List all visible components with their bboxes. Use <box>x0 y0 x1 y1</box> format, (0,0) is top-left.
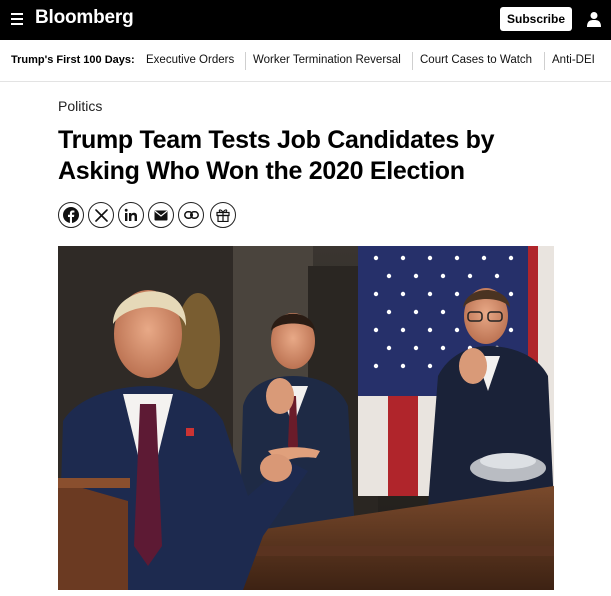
headline-line-1: Trump Team Tests Job Candidates by <box>58 126 495 154</box>
bloomberg-logo[interactable]: Bloomberg <box>35 7 134 29</box>
facebook-icon <box>63 207 79 223</box>
linkedin-share-button[interactable] <box>118 202 144 228</box>
subscribe-button[interactable]: Subscribe <box>500 7 572 31</box>
nav-heading: Trump's First 100 Days: <box>11 54 135 66</box>
user-icon[interactable] <box>587 11 601 27</box>
nav-item-anti-dei[interactable]: Anti-DEI <box>552 54 595 66</box>
topic-nav: Trump's First 100 Days: Executive Orders… <box>0 40 611 82</box>
gift-icon <box>216 209 230 222</box>
headline-line-2: Asking Who Won the 2020 Election <box>58 157 465 185</box>
hero-image <box>58 246 554 590</box>
nav-divider <box>412 52 413 70</box>
x-share-button[interactable] <box>88 202 114 228</box>
linkedin-icon <box>124 208 137 221</box>
email-icon <box>154 210 168 220</box>
gift-article-button[interactable] <box>210 202 236 228</box>
email-share-button[interactable] <box>148 202 174 228</box>
x-icon <box>94 208 108 222</box>
nav-item-court-cases[interactable]: Court Cases to Watch <box>420 54 532 66</box>
link-icon <box>183 211 199 219</box>
article-headline: Trump Team Tests Job Candidates by Askin… <box>58 125 558 187</box>
hero-photo <box>58 246 554 590</box>
hamburger-menu-icon[interactable] <box>11 13 23 25</box>
nav-item-executive-orders[interactable]: Executive Orders <box>146 54 234 66</box>
copy-link-button[interactable] <box>178 202 204 228</box>
nav-divider <box>544 52 545 70</box>
facebook-share-button[interactable] <box>58 202 84 228</box>
nav-divider <box>245 52 246 70</box>
section-label[interactable]: Politics <box>58 98 102 114</box>
top-bar: Bloomberg Subscribe <box>0 0 611 40</box>
nav-item-worker-termination-reversal[interactable]: Worker Termination Reversal <box>253 54 401 66</box>
